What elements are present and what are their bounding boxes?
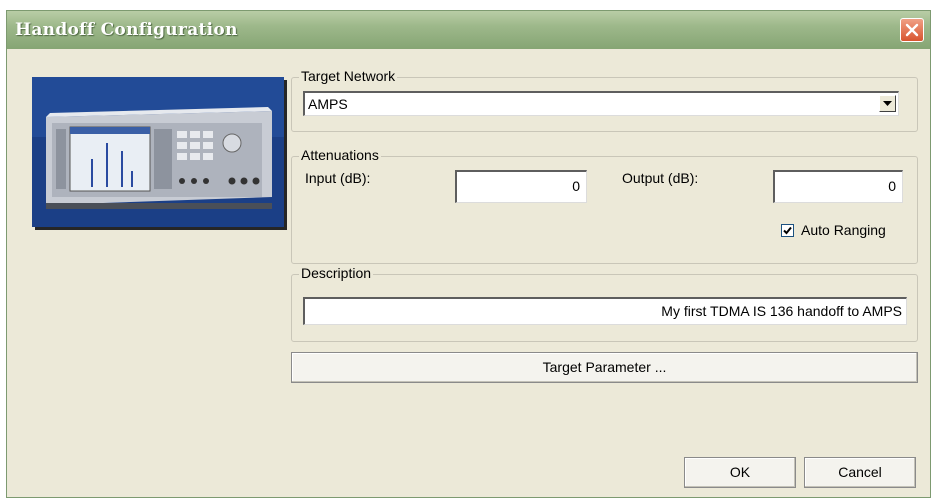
attenuations-group: Attenuations Input (dB): 0 Output (dB): …	[291, 147, 918, 264]
input-db-label: Input (dB):	[305, 170, 371, 186]
instrument-photo	[32, 77, 284, 227]
input-db-field[interactable]: 0	[455, 170, 587, 203]
target-network-group: Target Network AMPS	[291, 68, 918, 132]
description-value: My first TDMA IS 136 handoff to AMPS	[661, 303, 902, 319]
cancel-label: Cancel	[838, 464, 882, 480]
input-db-value: 0	[572, 178, 580, 194]
chevron-down-icon	[883, 101, 892, 106]
cancel-button[interactable]: Cancel	[804, 457, 916, 488]
output-db-label: Output (dB):	[622, 170, 699, 186]
description-label: Description	[299, 265, 374, 281]
ok-label: OK	[729, 464, 751, 480]
target-network-label: Target Network	[299, 68, 398, 84]
output-db-field[interactable]: 0	[773, 170, 903, 203]
title-bar[interactable]: Handoff Configuration	[7, 11, 930, 49]
auto-ranging-label[interactable]: Auto Ranging	[801, 222, 886, 238]
check-icon	[783, 226, 792, 235]
handoff-configuration-dialog: Handoff Configuration Target Network AMP…	[6, 10, 931, 498]
close-icon	[905, 23, 919, 37]
close-button[interactable]	[900, 18, 924, 42]
target-parameter-label: Target Parameter ...	[542, 359, 667, 375]
auto-ranging-checkbox[interactable]	[781, 224, 794, 237]
ok-button[interactable]: OK	[684, 457, 796, 488]
description-field[interactable]: My first TDMA IS 136 handoff to AMPS	[303, 297, 907, 325]
dropdown-button[interactable]	[879, 95, 896, 112]
output-db-value: 0	[888, 178, 896, 194]
attenuations-label: Attenuations	[299, 147, 381, 163]
description-group: Description My first TDMA IS 136 handoff…	[291, 265, 918, 342]
target-network-value: AMPS	[308, 96, 348, 112]
target-parameter-button[interactable]: Target Parameter ...	[291, 352, 918, 383]
window-title: Handoff Configuration	[15, 20, 238, 40]
target-network-select[interactable]: AMPS	[303, 91, 899, 116]
